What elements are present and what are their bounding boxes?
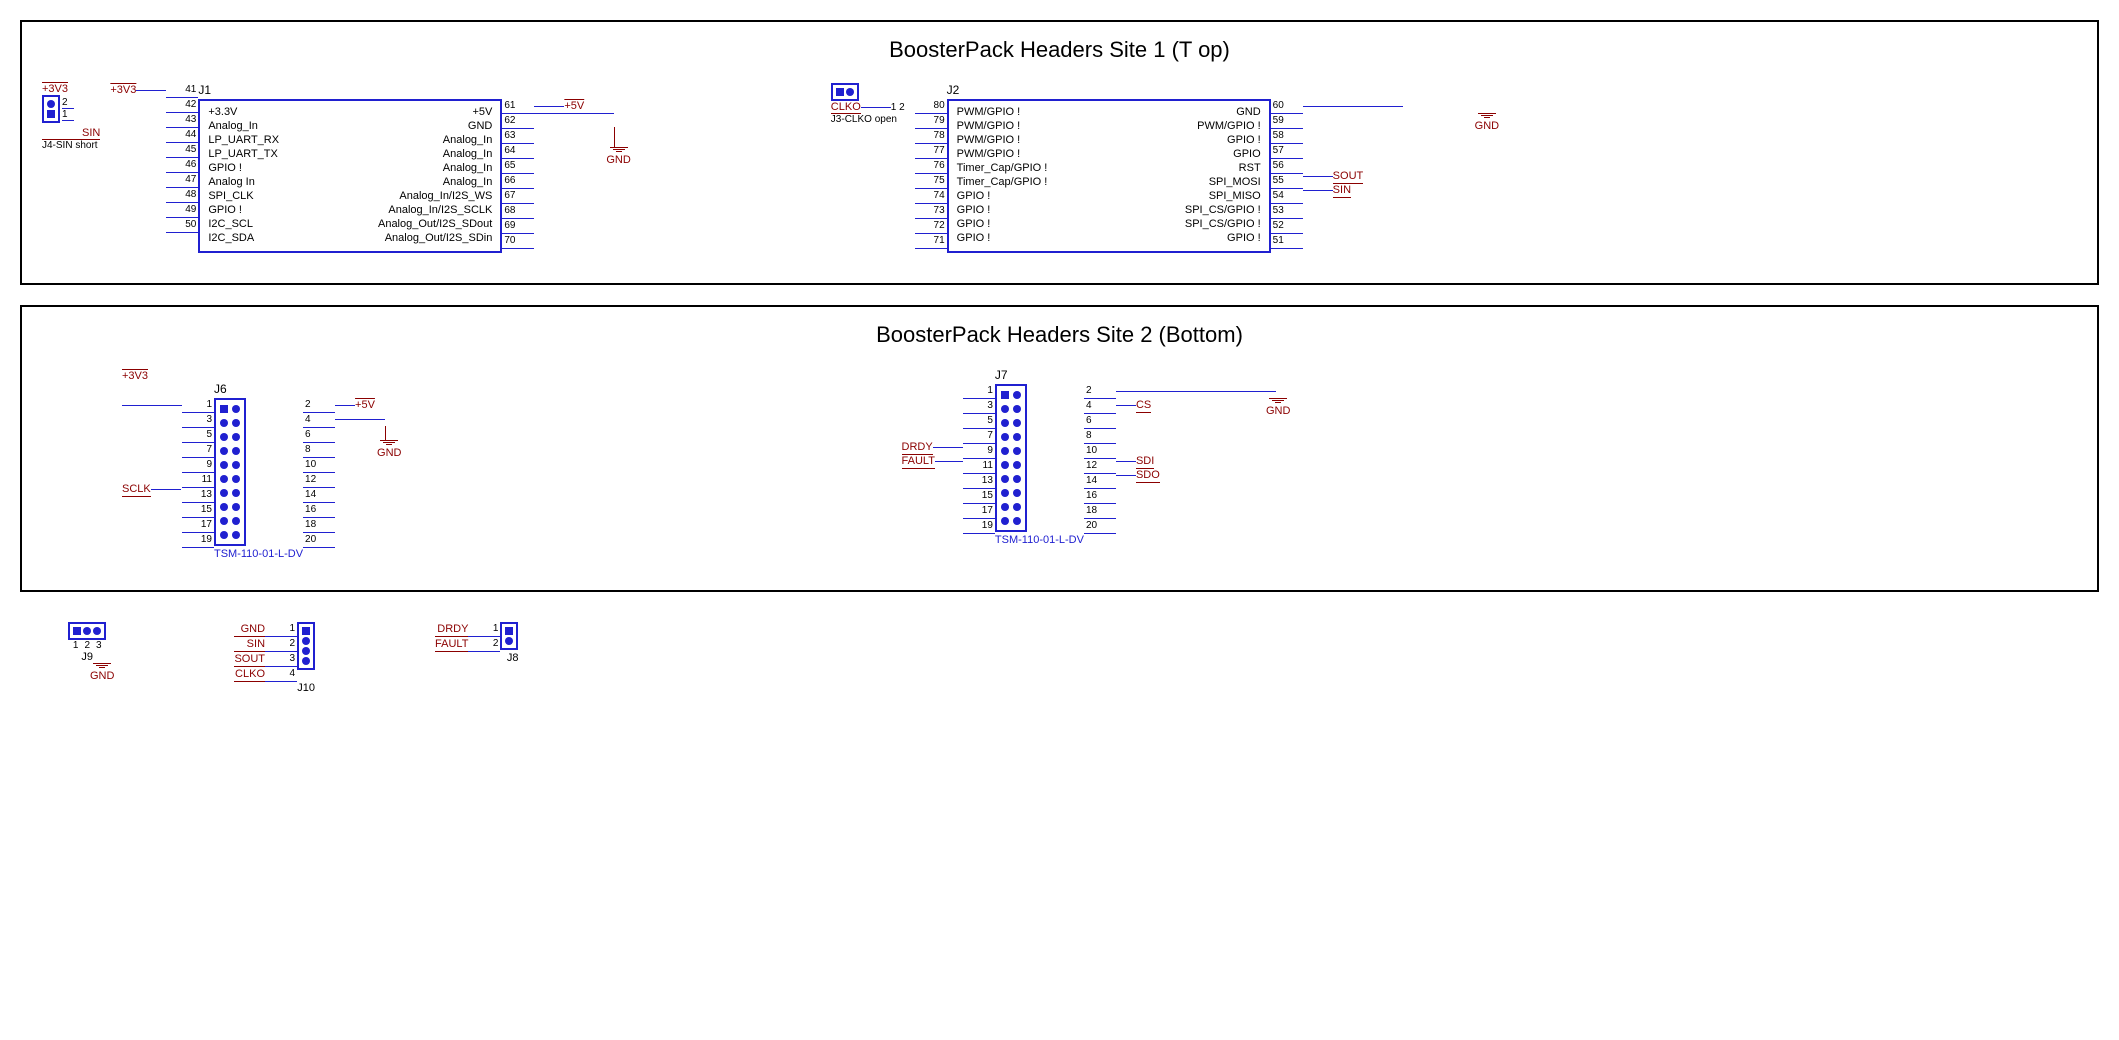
j9-cluster: 1 2 3 J9 GND xyxy=(60,622,114,682)
net-sin-j2: SIN xyxy=(1333,183,1351,198)
j8-box xyxy=(500,622,518,650)
j1-right-pins: 61 62 63 64 65 66 67 68 69 70 xyxy=(502,99,534,249)
site2-title: BoosterPack Headers Site 2 (Bottom) xyxy=(42,322,2077,348)
gnd-symbol-j9: GND xyxy=(90,663,114,682)
net-3v3-j6: +3V3 xyxy=(122,370,148,382)
j6-cluster: +3V3 SCLK 1 3 5 7 9 11 13 xyxy=(122,368,402,560)
net-5v-j1: +5V xyxy=(564,99,584,113)
gnd-symbol-j1: GND xyxy=(606,147,630,167)
j7-box xyxy=(995,384,1027,532)
j9-refdes: J9 xyxy=(81,651,93,663)
net-drdy: DRDY xyxy=(902,440,933,455)
j4-connector xyxy=(42,95,60,123)
j1-refdes: J1 xyxy=(198,83,502,97)
j3-connector xyxy=(831,83,859,101)
j2-box: PWM/GPIO ! PWM/GPIO ! PWM/GPIO ! PWM/GPI… xyxy=(947,99,1271,253)
net-3v3: +3V3 xyxy=(42,83,68,95)
j7-part: TSM-110-01-L-DV xyxy=(995,534,1084,546)
net-5v-j6: +5V xyxy=(355,398,375,412)
j7-refdes: J7 xyxy=(995,368,1084,382)
j10-refdes: J10 xyxy=(297,682,315,694)
j6-refdes: J6 xyxy=(214,382,303,396)
j4-note: J4-SIN short xyxy=(42,140,98,151)
site2-frame: BoosterPack Headers Site 2 (Bottom) +3V3… xyxy=(20,305,2099,592)
net-sin: SIN xyxy=(42,127,100,140)
j6-box xyxy=(214,398,246,546)
j6-part: TSM-110-01-L-DV xyxy=(214,548,303,560)
j2-right-pins: 60 59 58 57 56 55 54 53 52 51 xyxy=(1271,99,1303,249)
j7-cluster: DRDY FAULT 1 3 5 7 9 11 13 15 17 19 J7 xyxy=(902,368,1291,560)
j2-refdes: J2 xyxy=(947,83,1271,97)
j8-cluster: DRDY FAULT 1 2 J8 xyxy=(435,622,518,664)
net-fault: FAULT xyxy=(902,454,935,469)
net-sclk: SCLK xyxy=(122,482,151,497)
gnd-symbol-j6: GND xyxy=(377,440,401,460)
j8-refdes: J8 xyxy=(507,652,519,664)
net-sout: SOUT xyxy=(1333,169,1364,184)
j1-left-pins: 41 42 43 44 45 46 47 48 49 50 xyxy=(166,83,198,233)
j10-box xyxy=(297,622,315,670)
j2-left-pins: 80 79 78 77 76 75 74 73 72 71 xyxy=(915,99,947,249)
j9-box xyxy=(68,622,106,640)
site1-title: BoosterPack Headers Site 1 (T op) xyxy=(42,37,2077,63)
gnd-symbol-j7: GND xyxy=(1266,398,1290,417)
net-clko: CLKO xyxy=(831,101,861,114)
net-sdi: SDI xyxy=(1136,454,1154,469)
net-cs: CS xyxy=(1136,398,1151,413)
net-3v3-j1: +3V3 xyxy=(110,84,136,96)
site1-frame: BoosterPack Headers Site 1 (T op) +3V3 2… xyxy=(20,20,2099,285)
gnd-symbol-j2: GND xyxy=(1475,113,1499,132)
net-sdo: SDO xyxy=(1136,468,1160,483)
j10-cluster: GND SIN SOUT CLKO 1 2 3 4 J10 xyxy=(234,622,315,694)
floor-connectors: 1 2 3 J9 GND GND SIN SOUT CLKO 1 2 3 4 xyxy=(20,622,2099,694)
j1-box: +3.3V Analog_In LP_UART_RX LP_UART_TX GP… xyxy=(198,99,502,253)
site1-right-cluster: CLKO 1 2 J3-CLKO open 80 79 78 77 76 75 … xyxy=(831,83,1499,253)
j3-note: J3-CLKO open xyxy=(831,114,897,125)
site1-left-cluster: +3V3 2 1 SIN J4-SIN short xyxy=(42,83,631,253)
